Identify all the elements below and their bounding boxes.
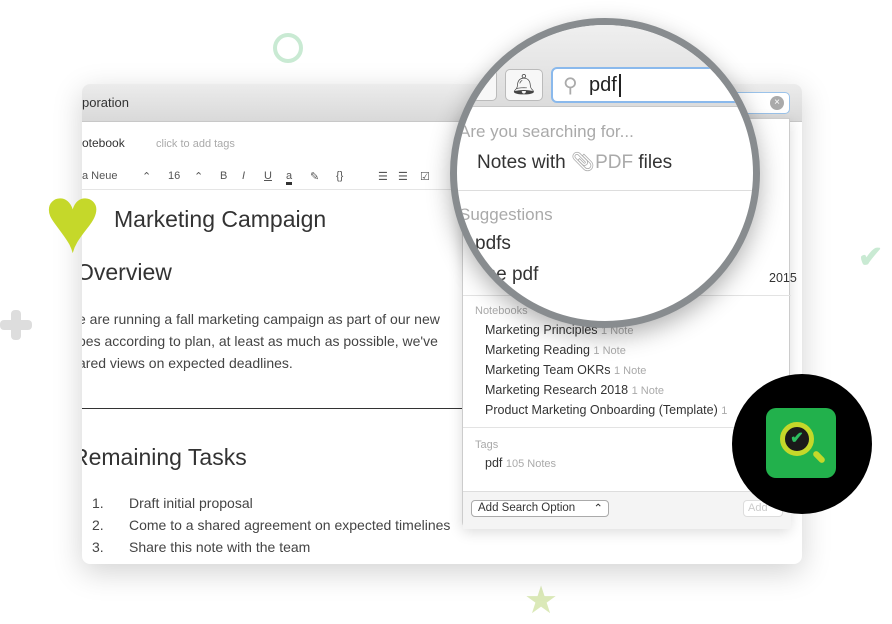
notes-with-pdf-option[interactable]: Notes with 📎︎PDF files	[477, 150, 672, 174]
stepper-icon: ⌃	[593, 503, 603, 515]
heart-decoration: ♥	[44, 166, 101, 273]
task-list: 1. Draft initial proposal 2. Come to a sha…	[92, 492, 450, 558]
magnifier-lens: 🔔︎ ⚲ pdf Are you searching for... Notes …	[450, 18, 760, 328]
result-date: 2015	[769, 271, 797, 285]
suggestion-item[interactable]: pdf file	[475, 295, 531, 317]
notebook-selector[interactable]: otebook	[82, 136, 125, 150]
search-prompt: Are you searching for...	[459, 122, 634, 141]
note-meta: otebook click to add tags	[82, 136, 235, 150]
code-button[interactable]: {}	[336, 170, 343, 182]
heading-tasks: Remaining Tasks	[82, 444, 247, 470]
search-input-magnified[interactable]: ⚲ pdf	[551, 67, 753, 103]
underline-button[interactable]: U	[264, 170, 272, 182]
circle-decoration	[273, 33, 303, 63]
paragraph: e are running a fall marketing campaign …	[82, 311, 440, 371]
list-item: 1. Draft initial proposal	[92, 495, 253, 511]
text-color-button[interactable]: a	[286, 170, 293, 185]
notebook-item[interactable]: Marketing Reading 1 Note	[485, 343, 626, 357]
tags-label: Tags	[475, 439, 499, 451]
clear-search-icon[interactable]: ×	[770, 96, 784, 110]
search-icon: ⚲	[563, 75, 578, 97]
notification-bell-icon[interactable]: 🔔︎	[505, 69, 543, 101]
note-title: Marketing Campaign	[114, 206, 327, 232]
numbered-list-icon[interactable]: ☰	[398, 170, 408, 183]
app-icon: ✔	[766, 408, 836, 478]
plus-decoration	[0, 310, 32, 342]
check-decoration: ✔	[858, 241, 884, 274]
list-item: 2. Come to a shared agreement on expected…	[92, 517, 451, 533]
size-select[interactable]: 16	[168, 170, 180, 182]
paperclip-icon: 📎︎	[570, 152, 596, 173]
suggestion-item[interactable]: pdfs	[475, 233, 511, 255]
bullet-list-icon[interactable]: ☰	[378, 170, 388, 183]
tags-input[interactable]: click to add tags	[156, 138, 235, 150]
star-decoration: ★	[524, 580, 559, 622]
suggestion-item[interactable]: one pdf	[475, 264, 538, 286]
bold-button[interactable]: B	[220, 170, 227, 182]
suggestions-label: Suggestions	[459, 205, 553, 224]
italic-button[interactable]: I	[242, 170, 245, 182]
window-title: poration	[82, 95, 129, 110]
size-stepper-icon[interactable]: ⌃	[194, 170, 203, 183]
notebook-item[interactable]: Product Marketing Onboarding (Template) …	[485, 403, 727, 417]
magnifier-check-icon: ✔	[780, 422, 814, 456]
checkbox-icon[interactable]: ☑	[420, 170, 430, 183]
tag-item[interactable]: pdf 105 Notes	[485, 456, 556, 470]
notebook-item[interactable]: Marketing Research 2018 1 Note	[485, 383, 664, 397]
add-search-option-select[interactable]: Add Search Option ⌃	[471, 500, 609, 517]
search-feature-badge: ✔	[732, 374, 872, 514]
format-toolbar: a Neue ⌃ 16 ⌃ B I U a ✎ {} ☰ ☰ ☑	[82, 168, 482, 190]
highlight-icon[interactable]: ✎	[310, 170, 319, 183]
font-stepper-icon[interactable]: ⌃	[142, 170, 151, 183]
notebook-item[interactable]: Marketing Team OKRs 1 Note	[485, 363, 646, 377]
list-item: 3. Share this note with the team	[92, 539, 311, 555]
divider	[82, 408, 472, 409]
